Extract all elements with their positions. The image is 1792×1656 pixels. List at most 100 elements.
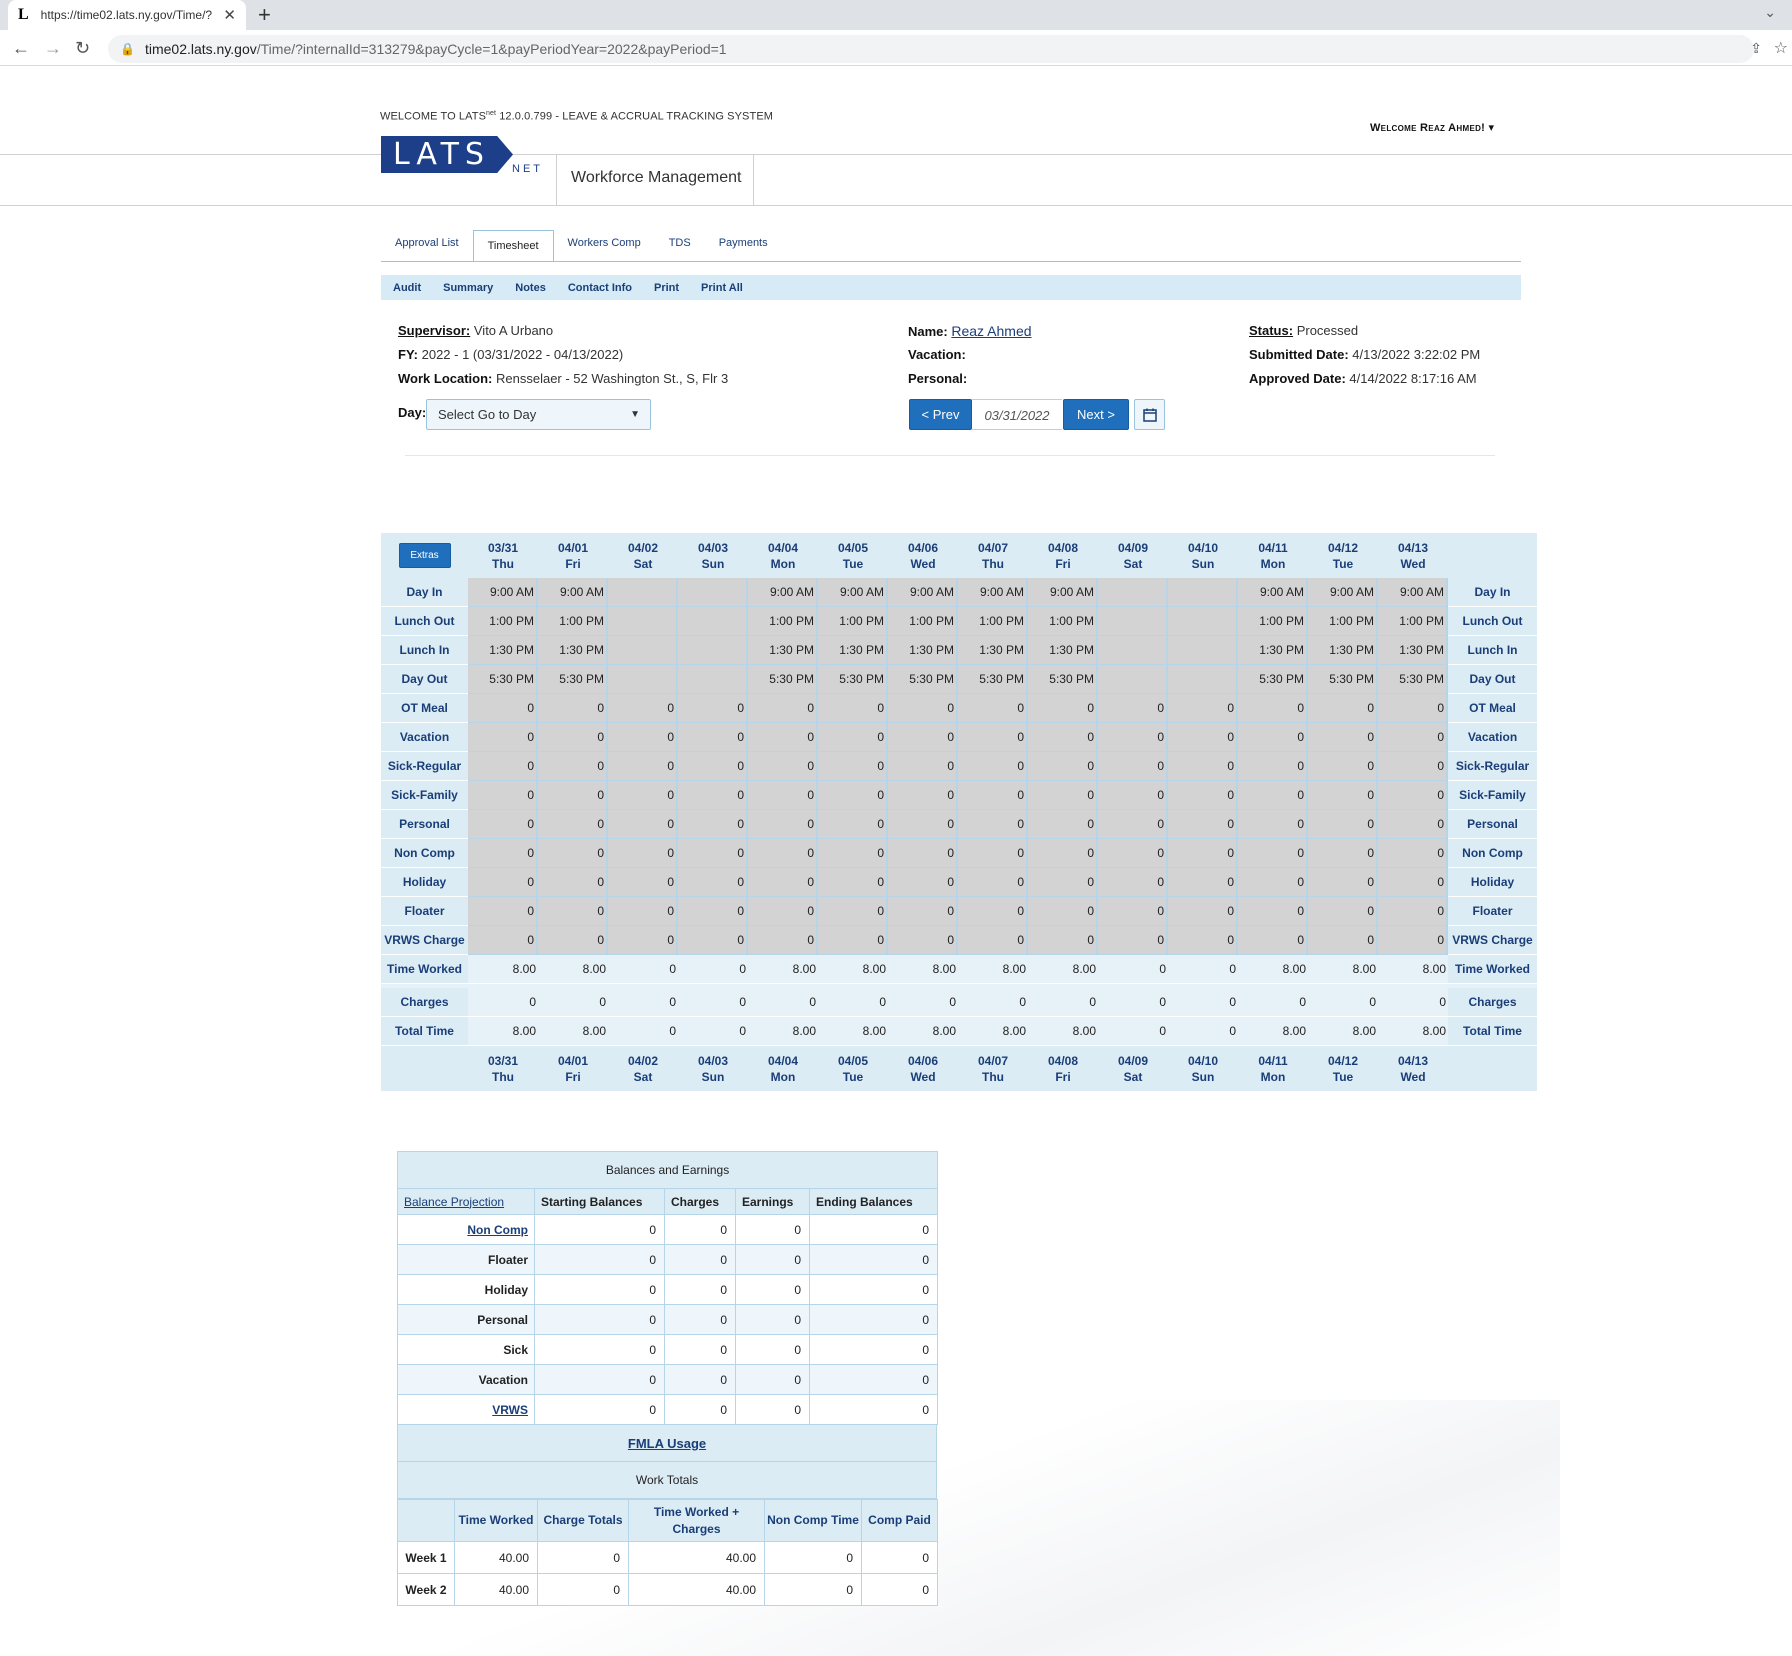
charge-cell[interactable]: 0: [748, 868, 818, 897]
current-date-input[interactable]: 03/31/2022: [972, 399, 1062, 430]
time-cell[interactable]: 1:30 PM: [1238, 636, 1308, 665]
charge-cell[interactable]: 0: [1028, 839, 1098, 868]
time-cell[interactable]: [608, 607, 678, 636]
time-cell[interactable]: 1:30 PM: [748, 636, 818, 665]
charge-cell[interactable]: 0: [608, 723, 678, 752]
bookmark-star-icon[interactable]: ☆: [1774, 38, 1788, 58]
charge-cell[interactable]: 0: [538, 723, 608, 752]
charge-cell[interactable]: 0: [958, 868, 1028, 897]
charge-cell[interactable]: 0: [1098, 723, 1168, 752]
time-cell[interactable]: 1:00 PM: [1378, 607, 1448, 636]
charge-cell[interactable]: 0: [1308, 810, 1378, 839]
charge-cell[interactable]: 0: [888, 897, 958, 926]
charge-cell[interactable]: 0: [888, 810, 958, 839]
time-cell[interactable]: 9:00 AM: [1378, 578, 1448, 607]
charge-cell[interactable]: 0: [748, 752, 818, 781]
charge-cell[interactable]: 0: [818, 810, 888, 839]
time-cell[interactable]: 1:00 PM: [538, 607, 608, 636]
charge-cell[interactable]: 0: [468, 752, 538, 781]
charge-cell[interactable]: 0: [1378, 752, 1448, 781]
charge-cell[interactable]: 0: [958, 694, 1028, 723]
time-cell[interactable]: 9:00 AM: [888, 578, 958, 607]
balance-projection-link[interactable]: Balance Projection: [404, 1195, 504, 1209]
charge-cell[interactable]: 0: [1028, 752, 1098, 781]
charge-cell[interactable]: 0: [1308, 897, 1378, 926]
charge-cell[interactable]: 0: [608, 868, 678, 897]
lats-logo[interactable]: LATS: [381, 136, 513, 173]
time-cell[interactable]: 1:00 PM: [818, 607, 888, 636]
new-tab-plus-icon[interactable]: +: [258, 2, 271, 28]
charge-cell[interactable]: 0: [1168, 897, 1238, 926]
time-cell[interactable]: 1:00 PM: [1308, 607, 1378, 636]
charge-cell[interactable]: 0: [1028, 868, 1098, 897]
charge-cell[interactable]: 0: [1028, 694, 1098, 723]
time-cell[interactable]: 1:30 PM: [538, 636, 608, 665]
charge-cell[interactable]: 0: [678, 781, 748, 810]
charge-cell[interactable]: 0: [468, 781, 538, 810]
charge-cell[interactable]: 0: [958, 810, 1028, 839]
charge-cell[interactable]: 0: [818, 868, 888, 897]
charge-cell[interactable]: 0: [1098, 839, 1168, 868]
charge-cell[interactable]: 0: [538, 926, 608, 955]
charge-cell[interactable]: 0: [1238, 723, 1308, 752]
time-cell[interactable]: [678, 665, 748, 694]
extras-button[interactable]: Extras: [398, 543, 451, 568]
charge-cell[interactable]: 0: [678, 752, 748, 781]
charge-cell[interactable]: 0: [678, 926, 748, 955]
charge-cell[interactable]: 0: [468, 723, 538, 752]
charge-cell[interactable]: 0: [1308, 868, 1378, 897]
time-cell[interactable]: 5:30 PM: [1238, 665, 1308, 694]
time-cell[interactable]: 1:00 PM: [1028, 607, 1098, 636]
time-cell[interactable]: [1098, 607, 1168, 636]
time-cell[interactable]: [608, 578, 678, 607]
charge-cell[interactable]: 0: [608, 810, 678, 839]
time-cell[interactable]: 9:00 AM: [958, 578, 1028, 607]
subnav-contact-info[interactable]: Contact Info: [568, 282, 632, 294]
time-cell[interactable]: [1098, 578, 1168, 607]
charge-cell[interactable]: 0: [1168, 781, 1238, 810]
charge-cell[interactable]: 0: [888, 752, 958, 781]
charge-cell[interactable]: 0: [1098, 810, 1168, 839]
time-cell[interactable]: 5:30 PM: [748, 665, 818, 694]
time-cell[interactable]: 9:00 AM: [1028, 578, 1098, 607]
fmla-usage-link[interactable]: FMLA Usage: [628, 1436, 706, 1451]
charge-cell[interactable]: 0: [1168, 839, 1238, 868]
time-cell[interactable]: 1:30 PM: [818, 636, 888, 665]
share-icon[interactable]: ⇪: [1750, 40, 1762, 57]
time-cell[interactable]: 9:00 AM: [468, 578, 538, 607]
charge-cell[interactable]: 0: [958, 839, 1028, 868]
charge-cell[interactable]: 0: [958, 926, 1028, 955]
calendar-button[interactable]: [1134, 399, 1165, 430]
time-cell[interactable]: [1098, 665, 1168, 694]
charge-cell[interactable]: 0: [1098, 694, 1168, 723]
charge-cell[interactable]: 0: [678, 868, 748, 897]
prev-button[interactable]: < Prev: [909, 399, 972, 430]
charge-cell[interactable]: 0: [888, 781, 958, 810]
time-cell[interactable]: 9:00 AM: [538, 578, 608, 607]
time-cell[interactable]: [678, 578, 748, 607]
time-cell[interactable]: 1:30 PM: [888, 636, 958, 665]
time-cell[interactable]: [1168, 578, 1238, 607]
time-cell[interactable]: 5:30 PM: [1028, 665, 1098, 694]
charge-cell[interactable]: 0: [1308, 839, 1378, 868]
tab-approval-list[interactable]: Approval List: [381, 230, 473, 262]
time-cell[interactable]: 1:30 PM: [468, 636, 538, 665]
charge-cell[interactable]: 0: [1238, 839, 1308, 868]
subnav-notes[interactable]: Notes: [515, 282, 546, 294]
charge-cell[interactable]: 0: [958, 897, 1028, 926]
charge-cell[interactable]: 0: [538, 810, 608, 839]
charge-cell[interactable]: 0: [1308, 926, 1378, 955]
time-cell[interactable]: 9:00 AM: [1308, 578, 1378, 607]
charge-cell[interactable]: 0: [678, 694, 748, 723]
user-menu[interactable]: Welcome Reaz Ahmed! ▾: [1370, 121, 1494, 134]
charge-cell[interactable]: 0: [1378, 926, 1448, 955]
back-arrow-icon[interactable]: ←: [12, 38, 30, 59]
time-cell[interactable]: 9:00 AM: [1238, 578, 1308, 607]
go-to-day-select[interactable]: Select Go to Day ▼: [426, 399, 651, 430]
charge-cell[interactable]: 0: [1238, 868, 1308, 897]
charge-cell[interactable]: 0: [678, 810, 748, 839]
charge-cell[interactable]: 0: [1378, 723, 1448, 752]
url-input[interactable]: 🔒 time02.lats.ny.gov/Time/?internalId=31…: [108, 35, 1754, 63]
charge-cell[interactable]: 0: [608, 897, 678, 926]
charge-cell[interactable]: 0: [958, 781, 1028, 810]
